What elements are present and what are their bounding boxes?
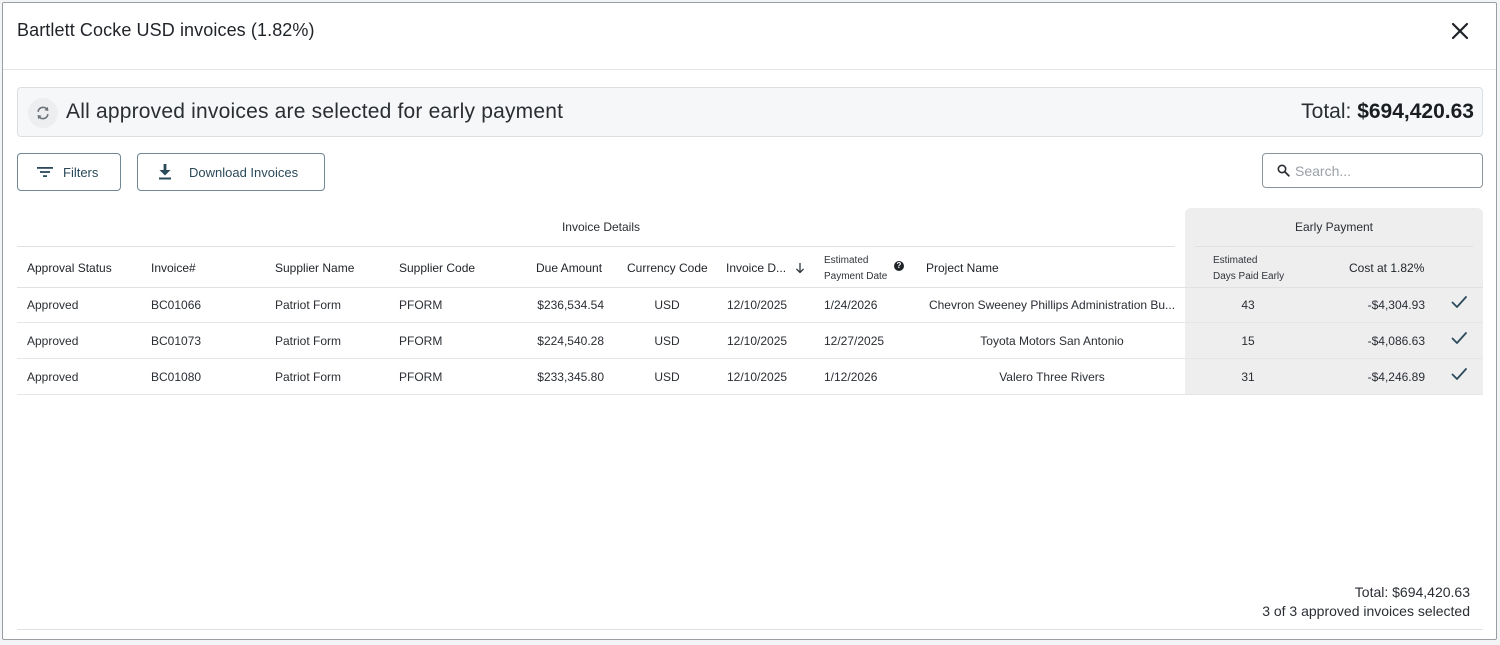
download-icon [158, 164, 172, 180]
footer-divider [17, 629, 1483, 630]
banner-total: Total: $694,420.63 [1301, 100, 1474, 124]
search-icon [1277, 164, 1290, 182]
days-early-header-line1: Estimated [1213, 255, 1258, 266]
col-header-invoice-date[interactable]: Invoice D... [726, 261, 804, 275]
days-early-header-line2: Days Paid Early [1213, 271, 1285, 282]
cell-days-paid-early: 31 [1241, 370, 1255, 384]
filters-button[interactable]: Filters [17, 153, 121, 191]
group-divider [17, 246, 1175, 247]
cell-currency-code: USD [654, 334, 680, 348]
col-header-supplier-name[interactable]: Supplier Name [275, 261, 354, 275]
cell-cost: -$4,246.89 [1367, 370, 1425, 384]
sort-descending-icon [796, 263, 804, 274]
modal-title: Bartlett Cocke USD invoices (1.82%) [17, 20, 315, 40]
footer-selected-count: 3 of 3 approved invoices selected [1262, 603, 1470, 619]
early-payment-group-header: Early Payment [1294, 220, 1374, 234]
group-divider [1195, 246, 1473, 247]
cell-approval-status: Approved [27, 370, 79, 384]
cell-invoice-date: 12/10/2025 [727, 298, 788, 312]
cell-supplier-name: Patriot Form [275, 298, 342, 312]
banner-total-value: $694,420.63 [1357, 100, 1474, 123]
cell-invoice-number: BC01066 [151, 298, 202, 312]
cell-invoice-date: 12/10/2025 [727, 334, 788, 348]
checkmark-icon [1451, 368, 1467, 380]
col-header-days-paid-early[interactable]: Estimated Days Paid Early [1213, 253, 1284, 285]
selected-checkmark[interactable] [1450, 366, 1468, 387]
close-button[interactable] [1447, 18, 1473, 44]
cell-supplier-code: PFORM [399, 298, 443, 312]
col-header-project-name[interactable]: Project Name [926, 261, 999, 275]
cell-supplier-code: PFORM [399, 334, 443, 348]
cell-estimated-payment-date: 1/24/2026 [824, 298, 878, 312]
cell-due-amount: $236,534.54 [537, 298, 604, 312]
cell-invoice-number: BC01073 [151, 334, 202, 348]
col-header-cost[interactable]: Cost at 1.82% [1349, 261, 1424, 275]
col-header-supplier-code[interactable]: Supplier Code [399, 261, 475, 275]
banner-message: All approved invoices are selected for e… [66, 100, 564, 123]
cell-approval-status: Approved [27, 298, 79, 312]
invoice-modal: Bartlett Cocke USD invoices (1.82%) All … [2, 2, 1497, 640]
col-header-due-amount[interactable]: Due Amount [536, 261, 602, 275]
selected-checkmark[interactable] [1450, 294, 1468, 315]
invoice-date-header-label: Invoice D... [726, 261, 787, 275]
col-header-estimated-payment-date[interactable]: Estimated Payment Date [824, 253, 887, 285]
cell-currency-code: USD [654, 370, 680, 384]
close-icon [1451, 22, 1469, 40]
filter-icon [37, 166, 53, 178]
search-box[interactable] [1262, 153, 1483, 188]
table-row[interactable]: Approved BC01080 Patriot Form PFORM $233… [17, 359, 1483, 395]
checkmark-icon [1451, 332, 1467, 344]
cell-project-name: Toyota Motors San Antonio [980, 334, 1124, 348]
est-payment-header-line2: Payment Date [824, 271, 888, 282]
est-payment-header-line1: Estimated [824, 255, 869, 266]
download-invoices-button[interactable]: Download Invoices [137, 153, 325, 191]
early-payment-banner: All approved invoices are selected for e… [17, 87, 1483, 137]
cell-due-amount: $233,345.80 [537, 370, 604, 384]
refresh-icon [28, 98, 58, 128]
cell-supplier-name: Patriot Form [275, 370, 342, 384]
help-icon[interactable]: ? [894, 261, 904, 271]
cell-invoice-number: BC01080 [151, 370, 202, 384]
col-header-approval-status[interactable]: Approval Status [27, 261, 112, 275]
filters-button-label: Filters [63, 164, 99, 180]
table-row[interactable]: Approved BC01066 Patriot Form PFORM $236… [17, 287, 1483, 323]
cell-supplier-code: PFORM [399, 370, 443, 384]
cell-due-amount: $224,540.28 [537, 334, 604, 348]
cell-cost: -$4,086.63 [1367, 334, 1425, 348]
cell-project-name: Chevron Sweeney Phillips Administration … [928, 298, 1176, 312]
cell-approval-status: Approved [27, 334, 79, 348]
cell-cost: -$4,304.93 [1367, 298, 1425, 312]
modal-header: Bartlett Cocke USD invoices (1.82%) [3, 3, 1496, 70]
col-header-invoice-number[interactable]: Invoice# [151, 261, 196, 275]
search-input[interactable] [1295, 160, 1475, 182]
cell-supplier-name: Patriot Form [275, 334, 342, 348]
cell-estimated-payment-date: 12/27/2025 [824, 334, 885, 348]
footer-total: Total: $694,420.63 [1354, 584, 1470, 600]
cell-currency-code: USD [654, 298, 680, 312]
download-button-label: Download Invoices [189, 164, 299, 180]
banner-total-label: Total: [1301, 100, 1358, 123]
checkmark-icon [1451, 296, 1467, 308]
table-row[interactable]: Approved BC01073 Patriot Form PFORM $224… [17, 323, 1483, 359]
cell-estimated-payment-date: 1/12/2026 [824, 370, 878, 384]
invoice-details-group-header: Invoice Details [561, 220, 641, 234]
selected-checkmark[interactable] [1450, 330, 1468, 351]
cell-invoice-date: 12/10/2025 [727, 370, 788, 384]
cell-days-paid-early: 15 [1241, 334, 1255, 348]
col-header-currency-code[interactable]: Currency Code [627, 261, 708, 275]
cell-days-paid-early: 43 [1241, 298, 1255, 312]
cell-project-name: Valero Three Rivers [999, 370, 1105, 384]
